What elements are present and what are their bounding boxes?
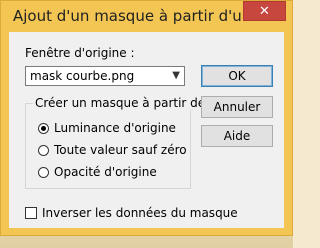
radio-luminance-label[interactable]: Luminance d'origine (54, 121, 176, 135)
invert-mask-checkbox[interactable] (25, 207, 37, 219)
window-title: Ajout d'un masque à partir d'une i... (13, 7, 243, 25)
radio-opacity[interactable] (38, 167, 49, 178)
mask-dialog: Ajout d'un masque à partir d'une i... ✕ … (0, 0, 293, 236)
radio-opacity-label[interactable]: Opacité d'origine (54, 165, 157, 179)
dialog-client-area: Fenêtre d'origine : mask courbe.png ▼ Cr… (9, 32, 284, 228)
help-button[interactable]: Aide (201, 125, 273, 147)
close-button[interactable]: ✕ (243, 1, 286, 21)
invert-mask-label[interactable]: Inverser les données du masque (42, 206, 238, 220)
title-bar[interactable]: Ajout d'un masque à partir d'une i... ✕ (1, 1, 292, 32)
cancel-button[interactable]: Annuler (201, 96, 273, 118)
chevron-down-icon: ▼ (172, 70, 180, 81)
ok-button[interactable]: OK (201, 65, 273, 87)
radio-nonzero-label[interactable]: Toute valeur sauf zéro (54, 143, 187, 157)
source-window-value: mask courbe.png (30, 69, 135, 83)
radio-nonzero[interactable] (38, 145, 49, 156)
source-window-select[interactable]: mask courbe.png ▼ (25, 66, 185, 86)
radio-luminance[interactable] (38, 123, 49, 134)
create-mask-group-label: Créer un masque à partir de (33, 96, 208, 110)
source-window-label: Fenêtre d'origine : (25, 46, 135, 60)
close-icon: ✕ (259, 4, 270, 19)
radio-selected-dot (41, 126, 46, 131)
